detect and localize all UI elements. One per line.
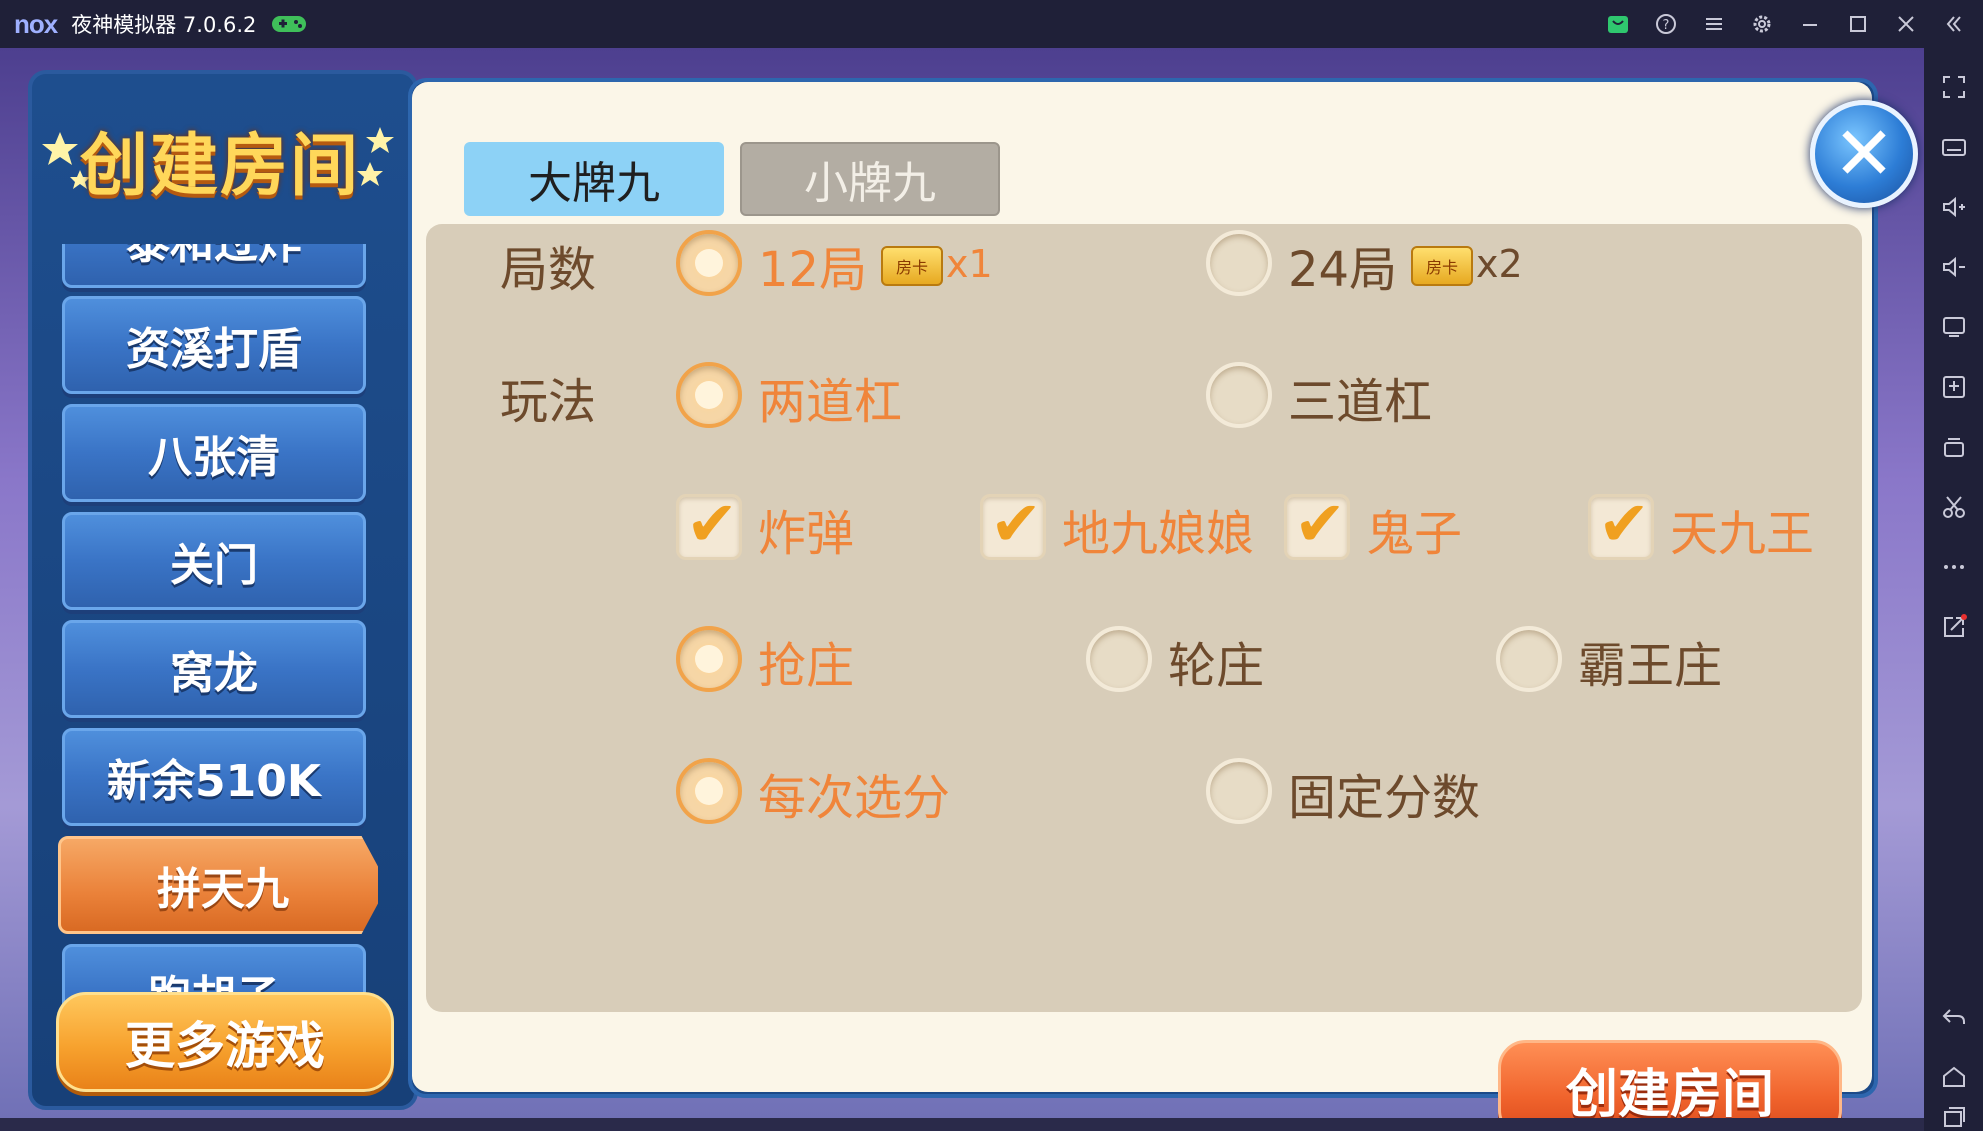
recent-apps-icon[interactable] — [1941, 1104, 1967, 1130]
create-room-banner: 创建房间 — [30, 72, 410, 206]
bomb-checkbox[interactable]: ✔ — [676, 487, 742, 560]
room-card-badge: 房卡 — [1411, 246, 1473, 286]
two-bars-radio[interactable] — [676, 362, 742, 428]
overlord-banker-text: 霸王庄 — [1578, 638, 1723, 694]
apk-install-icon[interactable] — [1941, 374, 1967, 400]
fixed-score-text: 固定分数 — [1288, 770, 1481, 826]
emulator-title-bar: nox 夜神模拟器 7.0.6.2 ? — [0, 0, 1983, 48]
more-games-button[interactable]: 更多游戏 — [56, 992, 394, 1092]
home-icon[interactable] — [1941, 1064, 1967, 1090]
options-box: 局数 12局 房卡 x1 24局 房卡 x2 玩法 两道杠 三道杠 ✔ 炸弹 ✔… — [426, 224, 1862, 1012]
maximize-icon[interactable] — [1847, 13, 1869, 35]
rounds-24-radio[interactable] — [1206, 230, 1272, 296]
play-mode-label: 玩法 — [500, 374, 597, 430]
tianjiu-wang-checkbox[interactable]: ✔ — [1588, 487, 1654, 560]
dijiu-niangniang-checkbox[interactable]: ✔ — [980, 487, 1046, 560]
checkmark-icon: ✔ — [1294, 487, 1346, 560]
nox-logo: nox — [14, 8, 58, 39]
dijiu-niangniang-text: 地九娘娘 — [1062, 506, 1255, 562]
rounds-24-text: 24局 — [1288, 242, 1398, 298]
svg-text:?: ? — [1663, 18, 1670, 33]
settings-icon[interactable] — [1751, 13, 1773, 35]
game-item-pintianjiu[interactable]: 拼天九 — [58, 836, 378, 934]
screen-icon[interactable] — [1941, 314, 1967, 340]
fixed-score-radio[interactable] — [1206, 758, 1272, 824]
bomb-text: 炸弹 — [758, 506, 855, 562]
minimize-icon[interactable] — [1799, 13, 1821, 35]
checkmark-icon: ✔ — [686, 487, 738, 560]
fullscreen-icon[interactable] — [1941, 74, 1967, 100]
volume-up-icon[interactable] — [1941, 194, 1967, 220]
share-icon[interactable] — [1941, 614, 1967, 640]
guizi-checkbox[interactable]: ✔ — [1284, 487, 1350, 560]
game-item-guanmen[interactable]: 关门 — [62, 512, 366, 610]
overlord-banker-radio[interactable] — [1496, 626, 1562, 692]
rounds-12-radio[interactable] — [676, 230, 742, 296]
scissors-icon[interactable] — [1941, 494, 1967, 520]
game-type-list[interactable]: 泰和过炸 资溪打盾 八张清 关门 窝龙 新余510K 拼天九 跑胡子 — [58, 244, 378, 1020]
help-icon[interactable]: ? — [1655, 13, 1677, 35]
game-screen: 创建房间 泰和过炸 资溪打盾 八张清 关门 窝龙 新余510K 拼天九 跑胡子 … — [0, 48, 1924, 1131]
window-title: 夜神模拟器 7.0.6.2 — [71, 13, 257, 37]
grab-banker-radio[interactable] — [676, 626, 742, 692]
volume-down-icon[interactable] — [1941, 254, 1967, 280]
back-icon[interactable] — [1941, 1004, 1967, 1030]
game-item-taihe[interactable]: 泰和过炸 — [62, 244, 366, 288]
rounds-24-multiplier: x2 — [1476, 242, 1523, 286]
game-item-zixi[interactable]: 资溪打盾 — [62, 296, 366, 394]
app-market-icon[interactable] — [1607, 13, 1629, 35]
choose-score-text: 每次选分 — [758, 770, 951, 826]
rounds-12-multiplier: x1 — [946, 242, 993, 286]
checkmark-icon: ✔ — [1598, 487, 1650, 560]
more-icon[interactable] — [1941, 554, 1967, 580]
three-bars-radio[interactable] — [1206, 362, 1272, 428]
panel-title: 创建房间 — [80, 127, 361, 206]
keyboard-icon[interactable] — [1941, 134, 1967, 160]
close-x-icon: ✕ — [1832, 111, 1895, 197]
checkmark-icon: ✔ — [990, 487, 1042, 560]
game-item-wolong[interactable]: 窝龙 — [62, 620, 366, 718]
close-dialog-button[interactable]: ✕ — [1810, 100, 1918, 208]
tab-xiao-paijiu[interactable]: 小牌九 — [740, 142, 1000, 216]
rotate-banker-text: 轮庄 — [1168, 638, 1265, 694]
tianjiu-wang-text: 天九王 — [1670, 506, 1815, 562]
multi-instance-icon[interactable] — [1941, 434, 1967, 460]
gamepad-icon[interactable] — [270, 12, 308, 36]
three-bars-text: 三道杠 — [1288, 374, 1433, 430]
tab-da-paijiu[interactable]: 大牌九 — [464, 142, 724, 216]
collapse-icon[interactable] — [1943, 13, 1965, 35]
room-options-panel: 大牌九 小牌九 局数 12局 房卡 x1 24局 房卡 x2 玩法 两道杠 三道… — [412, 82, 1872, 1092]
choose-score-radio[interactable] — [676, 758, 742, 824]
menu-icon[interactable] — [1703, 13, 1725, 35]
close-icon[interactable] — [1895, 13, 1917, 35]
room-card-badge: 房卡 — [881, 246, 943, 286]
rounds-label: 局数 — [500, 242, 597, 298]
game-item-bazhangqing[interactable]: 八张清 — [62, 404, 366, 502]
rounds-12-text: 12局 — [758, 242, 868, 298]
two-bars-text: 两道杠 — [758, 374, 903, 430]
game-bottom-bar — [0, 1118, 1924, 1131]
grab-banker-text: 抢庄 — [758, 638, 855, 694]
rotate-banker-radio[interactable] — [1086, 626, 1152, 692]
game-item-xinyu510k[interactable]: 新余510K — [62, 728, 366, 826]
emulator-toolbar — [1924, 48, 1983, 1131]
guizi-text: 鬼子 — [1366, 506, 1463, 562]
